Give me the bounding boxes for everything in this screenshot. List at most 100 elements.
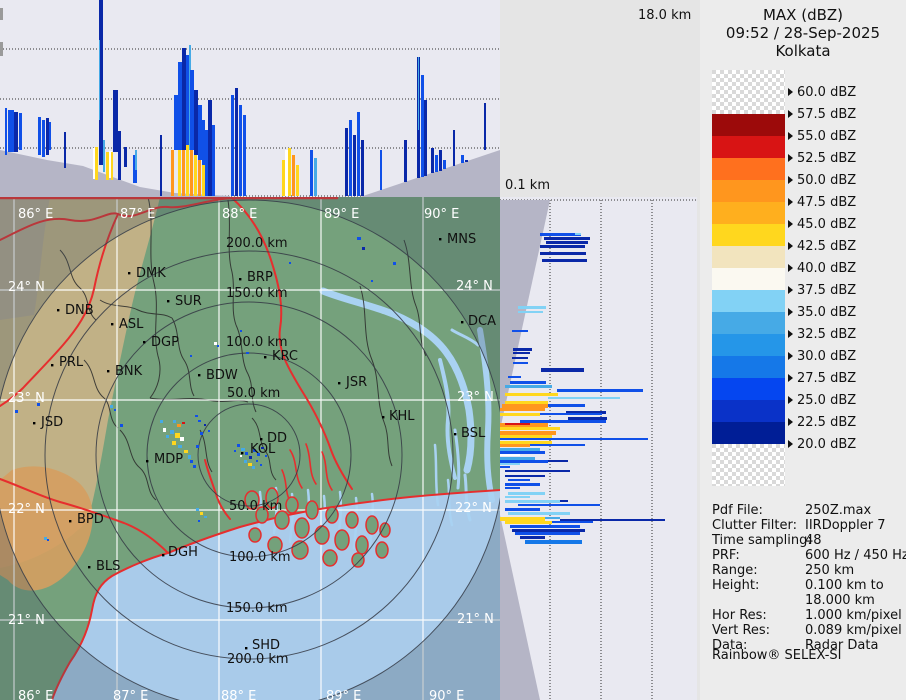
right-yz-profile-panel[interactable] [500,197,697,700]
top-xz-profile-panel[interactable] [0,0,500,197]
legend-color-band [712,378,785,400]
city-dot [69,520,72,523]
graticule-label: 22° N [455,501,492,516]
city-label: KOL [250,442,276,457]
legend-value-label: 55.0 dBZ [797,128,857,144]
radar-application-window: 18.0 km 0.1 km 200.0 km 150.0 km 100.0 k… [0,0,906,700]
city-dot [198,374,201,377]
legend-tick-arrow-icon [788,220,793,228]
graticule-label: 90° E [424,207,459,222]
legend-row: 32.5 dBZ [788,326,856,342]
city-dot [107,370,110,373]
info-row: Hor Res: 1.000 km/pixel [712,608,902,623]
panel-corner-tab [0,42,3,56]
range-ring-label: 50.0 km [227,386,280,401]
range-ring-label: 200.0 km [227,652,289,667]
legend-row: 47.5 dBZ [788,194,856,210]
legend-tick-arrow-icon [788,440,793,448]
city-label: DGP [151,335,179,350]
city-label: BPD [77,512,104,527]
city-dot [245,647,248,650]
city-dot [382,416,385,419]
graticule-label: 89° E [324,207,359,222]
legend-row: 52.5 dBZ [788,150,856,166]
graticule-label: 24° N [456,279,493,294]
legend-value-label: 27.5 dBZ [797,370,857,386]
legend-tick-arrow-icon [788,330,793,338]
info-row: Time sampling:48 [712,533,822,548]
info-row: Clutter Filter: IIRDoppler 7 [712,518,886,533]
info-row: Pdf File: 250Z.max [712,503,871,518]
legend-tick-arrow-icon [788,264,793,272]
graticule-label: 88° E [221,689,256,700]
legend-tick-arrow-icon [788,176,793,184]
info-row: Height: 0.100 km to 18.000 km [712,578,884,608]
radar-site-name: Kolkata [775,42,831,60]
info-row: Range: 250 km [712,563,854,578]
radar-map-panel[interactable]: 200.0 km 150.0 km 100.0 km 50.0 km 50.0 km 10… [0,197,500,700]
legend-tick-arrow-icon [788,154,793,162]
info-label: Vert Res: [712,623,771,638]
city-label: DGH [168,545,198,560]
city-label: BSL [461,426,486,441]
legend-row: 57.5 dBZ [788,106,856,122]
legend-tick-arrow-icon [788,88,793,96]
city-dot [146,460,149,463]
panel-corner-tab [0,8,3,20]
city-label: PRL [59,355,84,370]
city-label: BDW [206,368,238,383]
graticule-label: 21° N [8,613,45,628]
info-row: PRF: 600 Hz / 450 Hz [712,548,906,563]
range-ring-label: 150.0 km [226,286,288,301]
legend-tick-arrow-icon [788,374,793,382]
legend-color-band [712,114,785,136]
software-brand-label: Rainbow® SELEX-SI [712,648,842,663]
city-label: DMK [136,266,166,281]
info-value: 1.000 km/pixel [805,608,902,623]
city-dot [88,566,91,569]
product-name: MAX (dBZ) [762,6,844,24]
product-title-block: MAX (dBZ) 09:52 / 28-Sep-2025 Kolkata [700,6,906,60]
city-label: BRP [247,270,273,285]
legend-row: 42.5 dBZ [788,238,856,254]
info-label: PRF: [712,548,740,563]
city-label: JSD [40,415,63,430]
legend-row: 45.0 dBZ [788,216,856,232]
sidebar: MAX (dBZ) 09:52 / 28-Sep-2025 Kolkata 60… [700,0,906,700]
legend-row: 22.5 dBZ [788,414,856,430]
city-label: ASL [119,317,144,332]
info-value: 0.089 km/pixel [805,623,902,638]
city-dot [241,452,244,455]
city-dot [461,321,464,324]
info-row: Vert Res: 0.089 km/pixel [712,623,902,638]
graticule-label: 21° N [457,612,494,627]
graticule-label: 24° N [8,280,45,295]
city-label: DCA [468,314,496,329]
legend-value-label: 25.0 dBZ [797,392,857,408]
city-label: BNK [115,364,143,379]
legend-color-band [712,136,785,158]
range-ring-label: 100.0 km [229,550,291,565]
graticule-label: 88° E [222,207,257,222]
city-dot [162,554,165,557]
legend-value-label: 47.5 dBZ [797,194,857,210]
legend-value-label: 60.0 dBZ [797,84,857,100]
legend-value-label: 20.0 dBZ [797,436,857,452]
legend-row: 40.0 dBZ [788,260,856,276]
city-dot [33,422,36,425]
legend-row: 20.0 dBZ [788,436,856,452]
legend-color-band [712,312,785,334]
city-dot [338,382,341,385]
legend-color-band [712,70,785,114]
legend-color-band [712,202,785,224]
legend-row: 25.0 dBZ [788,392,856,408]
graticule-label: 86° E [18,207,53,222]
product-timestamp: 09:52 / 28-Sep-2025 [725,24,881,42]
graticule-label: 89° E [326,689,361,700]
city-dot [128,272,131,275]
legend-tick-arrow-icon [788,396,793,404]
legend-row: 27.5 dBZ [788,370,856,386]
legend-color-band [712,158,785,180]
city-label: MDP [154,452,183,467]
city-dot [111,323,114,326]
